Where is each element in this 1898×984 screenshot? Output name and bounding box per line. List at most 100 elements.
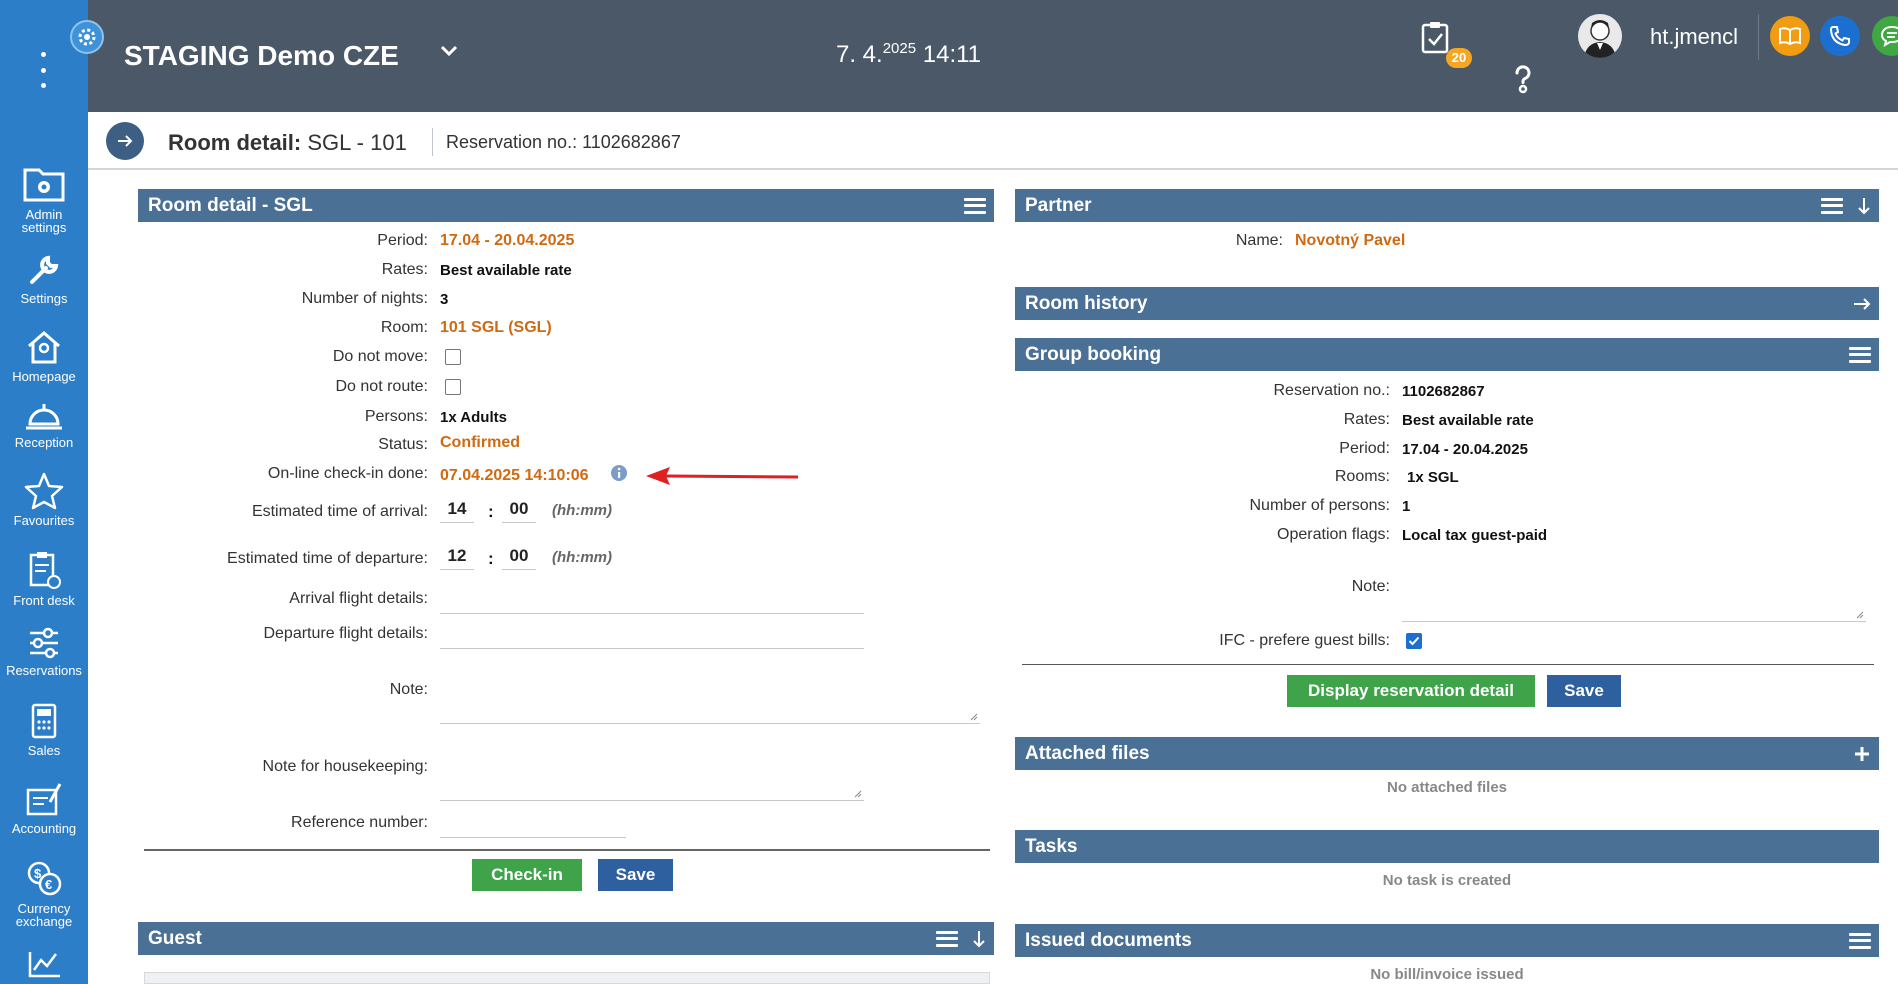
panel-title: Partner bbox=[1025, 195, 1092, 216]
eta-hours-input[interactable]: 14 bbox=[440, 497, 474, 523]
group-persons-label: Number of persons: bbox=[1249, 497, 1390, 514]
add-file-icon[interactable] bbox=[1853, 745, 1871, 763]
chat-icon bbox=[1880, 25, 1898, 47]
collapse-button[interactable] bbox=[106, 122, 144, 160]
sidebar-item-admin-settings[interactable]: Admin settings bbox=[0, 162, 88, 234]
menu-icon[interactable] bbox=[1849, 346, 1871, 363]
phone-button[interactable] bbox=[1820, 16, 1860, 56]
guest-content bbox=[144, 972, 990, 984]
page-titlebar: Room detail: SGL - 101 Reservation no.: … bbox=[88, 112, 1898, 170]
do-not-move-checkbox[interactable] bbox=[445, 349, 461, 365]
sidebar-item-statistics[interactable] bbox=[0, 948, 88, 984]
time-format-hint: (hh:mm) bbox=[552, 549, 612, 566]
panel-title: Room detail - SGL bbox=[148, 195, 313, 216]
do-not-route-label: Do not route: bbox=[335, 378, 429, 395]
group-note-textarea[interactable] bbox=[1402, 556, 1866, 622]
resize-handle-icon[interactable] bbox=[854, 790, 862, 798]
status-label: Status: bbox=[378, 436, 428, 453]
no-attached-files-text: No attached files bbox=[1386, 779, 1508, 796]
housekeeping-note-textarea[interactable] bbox=[440, 740, 864, 801]
ifc-prefer-guest-bills-checkbox[interactable] bbox=[1406, 633, 1422, 649]
tasks-count-badge: 20 bbox=[1446, 48, 1472, 68]
user-avatar[interactable] bbox=[1578, 14, 1622, 58]
page-title-bold: Room detail: bbox=[168, 130, 302, 155]
sidebar-item-sales[interactable]: Sales bbox=[0, 702, 88, 757]
panel-title: Tasks bbox=[1025, 836, 1078, 857]
group-save-button[interactable]: Save bbox=[1547, 675, 1621, 707]
group-rates-label: Rates: bbox=[1343, 411, 1390, 428]
sidebar-item-label: Reception bbox=[14, 435, 74, 450]
sliders-icon bbox=[30, 627, 58, 659]
nights-label: Number of nights: bbox=[301, 290, 428, 307]
no-tasks-text: No task is created bbox=[1382, 872, 1512, 889]
time-text: 14:11 bbox=[922, 41, 982, 68]
issued-documents-header: Issued documents bbox=[1015, 924, 1879, 957]
sidebar-item-currency-exchange[interactable]: $ € Currency exchange bbox=[0, 858, 88, 928]
info-icon[interactable] bbox=[610, 464, 628, 482]
header-divider bbox=[1758, 14, 1759, 60]
top-header: STAGING Demo CZE 7. 4.2025 14:11 20 ht.j… bbox=[88, 0, 1898, 112]
partner-name-link[interactable]: Novotný Pavel bbox=[1295, 232, 1405, 250]
room-detail-header: Room detail - SGL bbox=[138, 189, 994, 222]
note-label: Note: bbox=[389, 681, 428, 698]
date-text: 7. 4. bbox=[836, 41, 883, 68]
group-note-label: Note: bbox=[1351, 578, 1390, 595]
sidebar-item-settings[interactable]: Settings bbox=[0, 252, 88, 305]
username[interactable]: ht.jmencl bbox=[1650, 24, 1738, 50]
arrow-right-icon[interactable] bbox=[1853, 297, 1871, 311]
online-checkin-value: 07.04.2025 14:10:06 bbox=[440, 467, 589, 484]
etd-hours-input[interactable]: 12 bbox=[440, 544, 474, 570]
sidebar: Admin settings Settings Homepage Recepti… bbox=[0, 0, 88, 984]
online-checkin-label: On-line check-in done: bbox=[267, 465, 428, 482]
room-link[interactable]: 101 SGL (SGL) bbox=[440, 319, 552, 337]
menu-icon[interactable] bbox=[936, 930, 958, 947]
resize-handle-icon[interactable] bbox=[970, 713, 978, 721]
persons-label: Persons: bbox=[364, 408, 428, 425]
reference-number-input[interactable] bbox=[440, 810, 626, 838]
housekeeping-note-label: Note for housekeeping: bbox=[262, 758, 428, 775]
arrow-down-icon[interactable] bbox=[1857, 197, 1871, 215]
check-in-button[interactable]: Check-in bbox=[472, 859, 582, 891]
sidebar-item-front-desk[interactable]: Front desk bbox=[0, 550, 88, 607]
resize-handle-icon[interactable] bbox=[1856, 611, 1864, 619]
more-menu-icon[interactable] bbox=[36, 52, 50, 88]
group-divider bbox=[1022, 664, 1874, 665]
departure-flight-input[interactable] bbox=[440, 622, 864, 649]
chat-button[interactable] bbox=[1872, 16, 1898, 56]
display-reservation-detail-button[interactable]: Display reservation detail bbox=[1287, 675, 1535, 707]
arrival-flight-input[interactable] bbox=[440, 588, 864, 614]
time-format-hint: (hh:mm) bbox=[552, 502, 612, 519]
menu-icon[interactable] bbox=[964, 197, 986, 214]
persons-value: 1x Adults bbox=[440, 409, 507, 426]
sidebar-item-accounting[interactable]: Accounting bbox=[0, 780, 88, 835]
arrow-down-icon[interactable] bbox=[972, 930, 986, 948]
room-history-header[interactable]: Room history bbox=[1015, 287, 1879, 320]
property-title[interactable]: STAGING Demo CZE bbox=[124, 40, 399, 72]
form-divider bbox=[144, 849, 990, 851]
settings-gear-icon[interactable] bbox=[70, 20, 104, 54]
period-label: Period: bbox=[377, 232, 428, 249]
help-question-icon[interactable] bbox=[1512, 64, 1534, 94]
period-value: 17.04 - 20.04.2025 bbox=[440, 232, 575, 249]
sidebar-item-homepage[interactable]: Homepage bbox=[0, 328, 88, 383]
etd-minutes-input[interactable]: 00 bbox=[502, 544, 536, 570]
group-reservation-label: Reservation no.: bbox=[1273, 382, 1390, 399]
current-datetime: 7. 4.2025 14:11 bbox=[836, 40, 981, 69]
partner-name-label: Name: bbox=[1235, 232, 1283, 249]
save-button[interactable]: Save bbox=[598, 859, 673, 891]
eta-minutes-input[interactable]: 00 bbox=[502, 497, 536, 523]
do-not-route-checkbox[interactable] bbox=[445, 379, 461, 395]
menu-icon[interactable] bbox=[1821, 197, 1843, 214]
group-reservation-value: 1102682867 bbox=[1402, 383, 1485, 400]
menu-icon[interactable] bbox=[1849, 932, 1871, 949]
sidebar-item-favourites[interactable]: Favourites bbox=[0, 472, 88, 527]
sidebar-item-label: Admin settings bbox=[21, 207, 67, 235]
panel-title: Guest bbox=[148, 928, 202, 949]
tasks-clipboard-icon[interactable] bbox=[1420, 20, 1450, 54]
book-button[interactable] bbox=[1770, 16, 1810, 56]
group-rooms-label: Rooms: bbox=[1334, 468, 1390, 485]
sidebar-item-reception[interactable]: Reception bbox=[0, 400, 88, 449]
note-textarea[interactable] bbox=[440, 660, 980, 724]
chevron-down-icon[interactable] bbox=[440, 44, 458, 58]
sidebar-item-reservations[interactable]: Reservations bbox=[0, 626, 88, 677]
